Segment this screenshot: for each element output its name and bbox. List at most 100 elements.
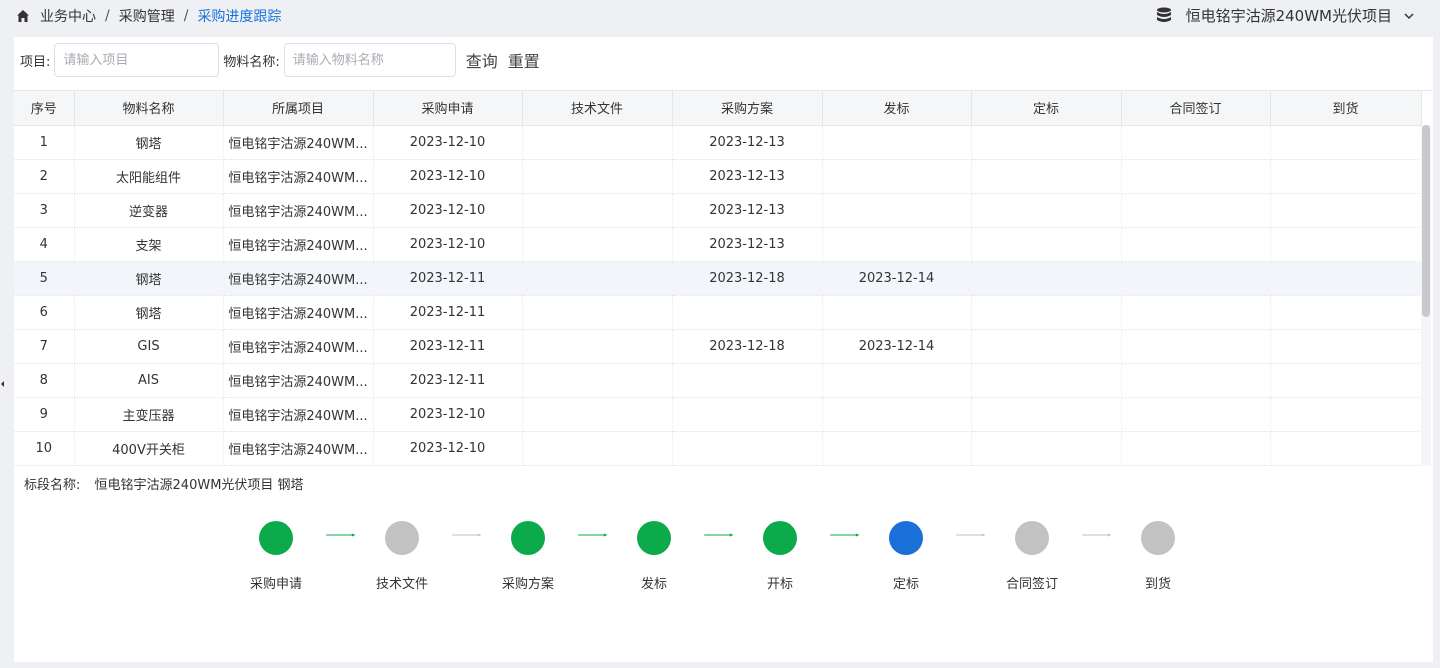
column-header: 采购申请: [373, 91, 523, 126]
table-cell: 恒电铭宇沽源240WM...: [223, 431, 374, 466]
table-cell: [1270, 295, 1422, 330]
table-cell: [522, 125, 673, 160]
step-circle-icon: [1015, 521, 1049, 555]
project-filter-label: 项目:: [20, 54, 51, 70]
step-label: 定标: [892, 577, 919, 592]
table-cell: [1270, 227, 1422, 262]
step-label: 合同签订: [1005, 577, 1058, 592]
progress-table: 序号 物料名称 所属项目 采购申请 技术文件 采购方案 发标 定标 合同签订 到货 1 钢塔 恒电铭宇…: [14, 90, 1433, 466]
table-cell: [1121, 193, 1271, 228]
table-cell: [1121, 295, 1271, 330]
table-cell: 恒电铭宇沽源240WM...: [223, 397, 374, 432]
column-header: 物料名称: [74, 91, 224, 126]
progress-flow: 采购申请 技术文件 采购方案 发标 开标 定标 合同签订 到货: [14, 507, 1433, 627]
breadcrumb-item-business[interactable]: 业务中心: [40, 6, 96, 26]
table-cell: [1121, 159, 1271, 194]
table-cell: 400V开关柜: [74, 431, 224, 466]
table-cell: GIS: [74, 329, 224, 364]
material-filter-input[interactable]: [283, 43, 456, 77]
progress-step: 采购方案: [468, 521, 588, 592]
table-cell: 恒电铭宇沽源240WM...: [223, 261, 374, 296]
table-cell: [1121, 227, 1271, 262]
table-cell: 恒电铭宇沽源240WM...: [223, 193, 374, 228]
home-icon[interactable]: [16, 9, 30, 23]
filter-bar: 项目: 物料名称: 查询 重置: [14, 43, 540, 77]
table-cell: 2023-12-14: [822, 329, 972, 364]
table-cell: [522, 227, 673, 262]
table-cell: 1: [14, 125, 75, 160]
table-cell: [522, 397, 673, 432]
column-header: 序号: [14, 91, 75, 126]
step-circle-icon: [889, 521, 923, 555]
table-row[interactable]: 1 钢塔 恒电铭宇沽源240WM... 2023-12-10 2023-12-13: [14, 125, 1422, 160]
table-cell: [971, 295, 1122, 330]
step-label: 采购方案: [501, 577, 554, 592]
table-cell: 恒电铭宇沽源240WM...: [223, 125, 374, 160]
table-row[interactable]: 8 AIS 恒电铭宇沽源240WM... 2023-12-11: [14, 363, 1422, 398]
table-cell: [1270, 397, 1422, 432]
table-cell: [522, 363, 673, 398]
column-header: 定标: [971, 91, 1122, 126]
project-filter-input[interactable]: [54, 43, 220, 77]
table-cell: 恒电铭宇沽源240WM...: [223, 329, 374, 364]
collapse-left-icon[interactable]: [0, 372, 6, 396]
table-cell: [971, 193, 1122, 228]
column-header: 所属项目: [223, 91, 374, 126]
table-cell: [522, 193, 673, 228]
table-cell: 钢塔: [74, 295, 224, 330]
table-row[interactable]: 10 400V开关柜 恒电铭宇沽源240WM... 2023-12-10: [14, 431, 1422, 466]
breadcrumb-item-procurement[interactable]: 采购管理: [119, 6, 175, 26]
table-cell: [1121, 363, 1271, 398]
table-cell: [672, 431, 823, 466]
table-cell: [522, 295, 673, 330]
reset-button[interactable]: 重置: [508, 48, 540, 72]
step-label: 到货: [1144, 577, 1171, 592]
table-cell: [822, 193, 972, 228]
table-cell: [822, 295, 972, 330]
table-row[interactable]: 3 逆变器 恒电铭宇沽源240WM... 2023-12-10 2023-12-13: [14, 193, 1422, 228]
step-circle-icon: [763, 521, 797, 555]
table-cell: 2023-12-10: [373, 397, 523, 432]
table-cell: [1270, 261, 1422, 296]
project-selector[interactable]: 恒电铭宇沽源240WM光伏项目: [1156, 5, 1414, 26]
table-cell: [1121, 397, 1271, 432]
step-label: 开标: [766, 577, 793, 592]
table-cell: 2023-12-13: [672, 193, 823, 228]
step-circle-icon: [637, 521, 671, 555]
query-button[interactable]: 查询: [466, 48, 498, 72]
flow-arrow-icon: [326, 533, 356, 537]
table-cell: [1270, 125, 1422, 160]
table-cell: 钢塔: [74, 261, 224, 296]
table-row[interactable]: 6 钢塔 恒电铭宇沽源240WM... 2023-12-11: [14, 295, 1422, 330]
table-row[interactable]: 2 太阳能组件 恒电铭宇沽源240WM... 2023-12-10 2023-12-13: [14, 159, 1422, 194]
breadcrumb: 业务中心 / 采购管理 / 采购进度跟踪: [16, 6, 281, 26]
scrollbar-thumb[interactable]: [1422, 125, 1430, 317]
table-cell: [1270, 431, 1422, 466]
table-cell: [522, 159, 673, 194]
progress-step: 到货: [1098, 521, 1218, 592]
table-cell: [1270, 329, 1422, 364]
table-row[interactable]: 4 支架 恒电铭宇沽源240WM... 2023-12-10 2023-12-13: [14, 227, 1422, 262]
table-cell: 2023-12-13: [672, 159, 823, 194]
table-cell: 2023-12-14: [822, 261, 972, 296]
table-cell: 9: [14, 397, 75, 432]
bid-section-value: 恒电铭宇沽源240WM光伏项目 钢塔: [94, 478, 304, 493]
table-cell: 2023-12-10: [373, 193, 523, 228]
progress-step: 定标: [846, 521, 966, 592]
table-scrollbar[interactable]: [1421, 125, 1431, 466]
table-cell: [522, 431, 673, 466]
bid-section-info: 标段名称: 恒电铭宇沽源240WM光伏项目 钢塔: [24, 474, 304, 493]
table-cell: 2023-12-11: [373, 295, 523, 330]
table-cell: 逆变器: [74, 193, 224, 228]
step-circle-icon: [511, 521, 545, 555]
table-cell: [672, 295, 823, 330]
table-row[interactable]: 7 GIS 恒电铭宇沽源240WM... 2023-12-11 2023-12-18 20…: [14, 329, 1422, 364]
table-cell: [822, 363, 972, 398]
progress-step: 合同签订: [972, 521, 1092, 592]
table-row[interactable]: 9 主变压器 恒电铭宇沽源240WM... 2023-12-10: [14, 397, 1422, 432]
table-cell: 2023-12-18: [672, 261, 823, 296]
progress-step: 采购申请: [216, 521, 336, 592]
table-row[interactable]: 5 钢塔 恒电铭宇沽源240WM... 2023-12-11 2023-12-18 202…: [14, 261, 1422, 296]
breadcrumb-item-current: 采购进度跟踪: [197, 9, 282, 25]
flow-arrow-icon: [956, 533, 986, 537]
